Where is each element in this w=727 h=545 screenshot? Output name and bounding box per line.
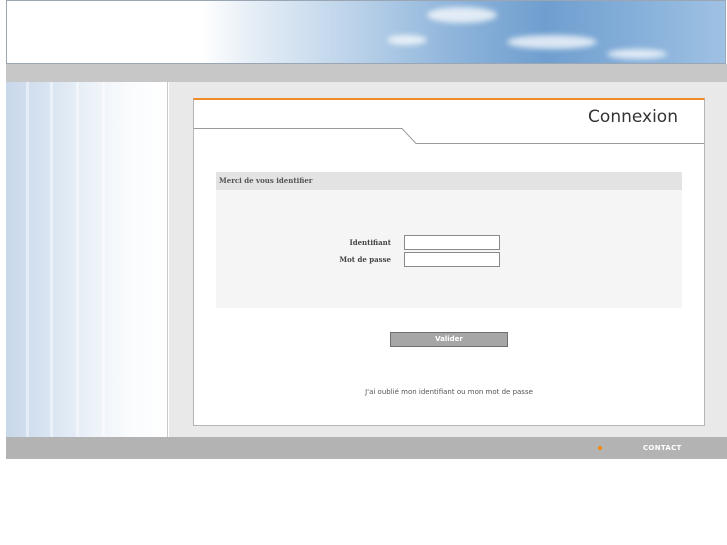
banner-cloud-decoration: [507, 35, 597, 49]
password-input[interactable]: [404, 252, 500, 267]
top-grey-bar: [6, 64, 727, 82]
forgot-credentials-link[interactable]: J'ai oublié mon identifiant ou mon mot d…: [194, 388, 704, 396]
footer-bar: CONTACT: [6, 437, 727, 459]
tab-divider-line: [194, 128, 704, 144]
identification-box-header: Merci de vous identifier: [216, 172, 682, 190]
banner-cloud-decoration: [387, 35, 427, 45]
column-edge: [167, 82, 168, 437]
identification-box: Merci de vous identifier Identifiant Mot…: [216, 172, 682, 308]
column-stripe: [26, 82, 29, 437]
contact-link[interactable]: CONTACT: [643, 437, 682, 459]
footer-bullet-icon: [598, 446, 602, 450]
header-banner: [6, 0, 726, 64]
main-panel: Connexion Merci de vous identifier Ident…: [169, 82, 727, 437]
page: Connexion Merci de vous identifier Ident…: [0, 0, 727, 545]
banner-cloud-decoration: [427, 7, 497, 23]
column-stripe: [76, 82, 79, 437]
submit-button[interactable]: Valider: [390, 332, 508, 347]
left-decorative-column: [6, 82, 168, 437]
banner-cloud-decoration: [607, 49, 667, 59]
password-label: Mot de passe: [339, 255, 391, 264]
column-stripe: [50, 82, 53, 437]
username-input[interactable]: [404, 235, 500, 250]
login-card: Connexion Merci de vous identifier Ident…: [193, 98, 705, 426]
column-stripe: [102, 82, 105, 437]
username-label: Identifiant: [349, 238, 391, 247]
page-title: Connexion: [588, 107, 678, 127]
